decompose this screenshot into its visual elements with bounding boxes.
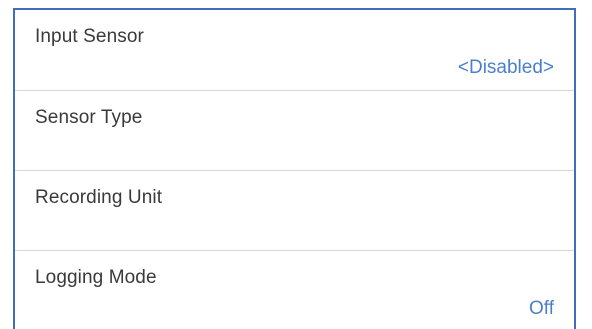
setting-label-sensor-type: Sensor Type <box>35 107 143 128</box>
setting-label-logging-mode: Logging Mode <box>35 267 157 288</box>
setting-value-input-sensor: <Disabled> <box>457 57 554 78</box>
setting-row-input-sensor[interactable]: Input Sensor <Disabled> <box>15 10 574 90</box>
setting-label-recording-unit: Recording Unit <box>35 187 163 208</box>
setting-row-sensor-type[interactable]: Sensor Type <box>15 90 574 170</box>
setting-value-logging-mode: Off <box>529 298 554 319</box>
setting-row-logging-mode[interactable]: Logging Mode Off <box>15 250 574 329</box>
settings-list: Input Sensor <Disabled> Sensor Type Reco… <box>13 8 576 329</box>
setting-label-input-sensor: Input Sensor <box>35 26 144 47</box>
setting-row-recording-unit[interactable]: Recording Unit <box>15 170 574 250</box>
